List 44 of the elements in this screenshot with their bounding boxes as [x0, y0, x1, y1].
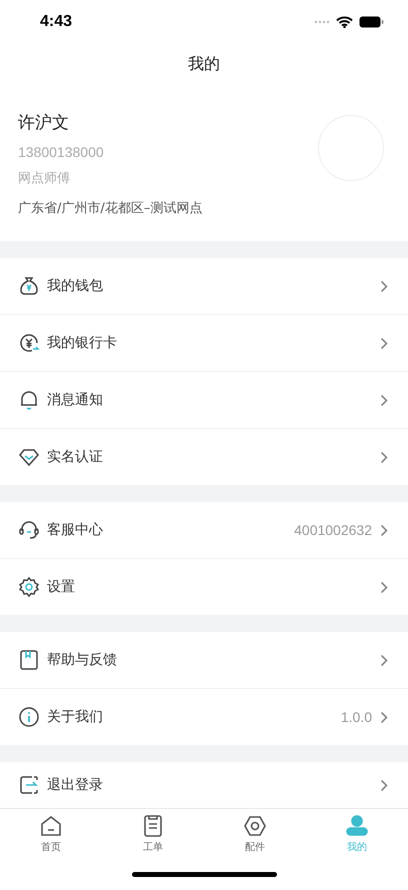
menu-item[interactable]: 我的银行卡 — [0, 315, 408, 372]
menu-item[interactable]: 我的钱包 — [0, 258, 408, 316]
chevron-icon — [380, 654, 388, 667]
tab[interactable]: 工单 — [102, 809, 204, 859]
chevron-icon — [380, 710, 388, 724]
location-text: 广东省/广州市/花都区–测试网点 — [18, 200, 202, 218]
person-icon — [345, 814, 369, 838]
home-icon — [39, 814, 63, 838]
clipboard-icon — [141, 814, 165, 838]
hexagon-nut-icon — [243, 814, 267, 838]
phone-number: 13800138000 — [18, 144, 105, 160]
tab[interactable]: 配件 — [204, 809, 306, 859]
settings-icon — [18, 576, 40, 598]
headset-icon — [18, 519, 40, 542]
wifi-icon — [336, 16, 353, 28]
chevron-icon — [380, 524, 388, 537]
menu-item[interactable]: 退出登录 — [0, 762, 408, 808]
signal-icon — [314, 20, 330, 24]
money-bag-icon — [18, 275, 40, 298]
chevron-icon — [380, 450, 388, 464]
chevron-icon — [380, 778, 388, 792]
item-value: 1.0.0 — [340, 709, 372, 726]
page-title: 我的 — [188, 54, 220, 76]
user-role: 网点师傅 — [18, 170, 71, 188]
status-time: 4:43 — [40, 13, 72, 32]
user-name: 许沪文 — [18, 112, 70, 134]
book-icon — [18, 649, 40, 672]
menu-item[interactable]: 关于我们 1.0.0 — [0, 689, 408, 746]
yen-card-icon — [18, 332, 40, 354]
battery-icon — [359, 16, 384, 28]
menu-item[interactable]: 实名认证 — [0, 429, 408, 486]
chevron-icon — [380, 336, 388, 350]
menu-item[interactable]: 消息通知 — [0, 372, 408, 430]
menu-item[interactable]: 客服中心 4001002632 — [0, 502, 408, 560]
chevron-icon — [380, 580, 388, 594]
chevron-icon — [380, 394, 388, 407]
menu-item[interactable]: 设置 — [0, 559, 408, 616]
bell-icon — [18, 389, 40, 412]
item-value: 4001002632 — [294, 522, 372, 538]
menu-item[interactable]: 帮助与反馈 — [0, 632, 408, 690]
chevron-icon — [380, 280, 388, 293]
info-icon — [18, 706, 40, 728]
exit-icon — [18, 774, 40, 796]
tab[interactable]: 首页 — [0, 809, 102, 859]
